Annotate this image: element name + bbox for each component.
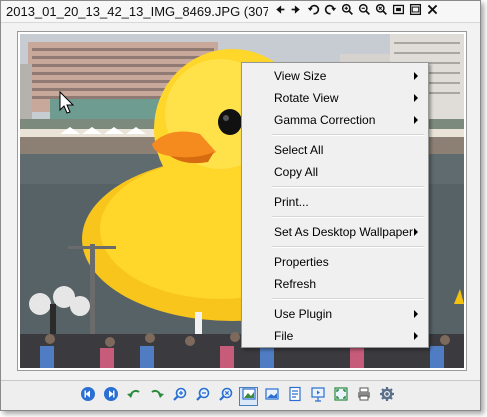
previous-icon bbox=[273, 3, 286, 21]
submenu-arrow-icon bbox=[414, 310, 418, 318]
zoom-in-icon bbox=[172, 386, 188, 407]
close-button[interactable] bbox=[424, 4, 440, 20]
rotate-left-icon bbox=[307, 3, 320, 21]
menu-item-label: Copy All bbox=[274, 165, 319, 179]
print-icon bbox=[356, 386, 372, 407]
slideshow-icon bbox=[310, 386, 326, 407]
menu-item-label: Print... bbox=[274, 195, 309, 209]
menu-item-label: View Size bbox=[274, 69, 327, 83]
rotate-right-icon bbox=[324, 3, 337, 21]
bottom-zoom-out-button[interactable] bbox=[193, 387, 212, 406]
fullscreen-icon bbox=[409, 3, 422, 21]
menu-item-print[interactable]: Print... bbox=[244, 191, 426, 213]
menu-item-use-plugin[interactable]: Use Plugin bbox=[244, 303, 426, 325]
menu-item-label: Select All bbox=[274, 143, 324, 157]
zoom-reset-icon bbox=[375, 3, 388, 21]
menu-item-copy-all[interactable]: Copy All bbox=[244, 161, 426, 183]
rotate-left-button[interactable] bbox=[305, 4, 321, 20]
menu-item-gamma-correction[interactable]: Gamma Correction bbox=[244, 109, 426, 131]
menu-item-label: File bbox=[274, 329, 294, 343]
previous-button[interactable] bbox=[271, 4, 287, 20]
bottom-zoom-in-button[interactable] bbox=[170, 387, 189, 406]
menu-separator bbox=[244, 295, 426, 303]
image-info-icon bbox=[287, 386, 303, 407]
bottom-zoom-reset-button[interactable] bbox=[216, 387, 235, 406]
menu-item-view-size[interactable]: View Size bbox=[244, 65, 426, 87]
bottom-toolbar bbox=[1, 380, 480, 410]
fit-window-icon bbox=[392, 3, 405, 21]
fullscreen-button[interactable] bbox=[407, 3, 423, 21]
bottom-image-info-button[interactable] bbox=[285, 386, 304, 407]
menu-item-label: Use Plugin bbox=[274, 307, 333, 321]
fullscreen-icon bbox=[333, 386, 349, 407]
menu-item-label: Refresh bbox=[274, 277, 317, 291]
next-button[interactable] bbox=[288, 4, 304, 20]
rotate-right-button[interactable] bbox=[322, 4, 338, 20]
rotate-left-icon bbox=[126, 386, 142, 407]
menu-separator bbox=[244, 213, 426, 221]
bottom-actual-size-button[interactable] bbox=[262, 387, 281, 406]
zoom-in-button[interactable] bbox=[339, 3, 355, 21]
title-toolbar bbox=[271, 3, 440, 21]
bottom-slideshow-button[interactable] bbox=[308, 387, 327, 406]
submenu-arrow-icon bbox=[414, 332, 418, 340]
bottom-fit-image-button[interactable] bbox=[239, 387, 258, 406]
menu-item-properties[interactable]: Properties bbox=[244, 251, 426, 273]
bottom-toolbar-buttons bbox=[78, 386, 396, 407]
bottom-previous-image-button[interactable] bbox=[78, 387, 97, 406]
bottom-settings-button[interactable] bbox=[377, 387, 396, 406]
close-icon bbox=[426, 3, 439, 21]
menu-separator bbox=[244, 243, 426, 251]
zoom-out-icon bbox=[358, 3, 371, 21]
menu-item-select-all[interactable]: Select All bbox=[244, 139, 426, 161]
previous-image-icon bbox=[80, 386, 96, 407]
bottom-rotate-right-button[interactable] bbox=[147, 387, 166, 406]
bottom-print-button[interactable] bbox=[354, 387, 373, 406]
actual-size-icon bbox=[264, 386, 280, 407]
submenu-arrow-icon bbox=[414, 116, 418, 124]
zoom-in-icon bbox=[341, 3, 354, 21]
submenu-arrow-icon bbox=[414, 72, 418, 80]
zoom-out-button[interactable] bbox=[356, 3, 372, 21]
zoom-out-icon bbox=[195, 386, 211, 407]
bottom-next-image-button[interactable] bbox=[101, 387, 120, 406]
menu-separator bbox=[244, 131, 426, 139]
bottom-fullscreen-button[interactable] bbox=[331, 387, 350, 406]
menu-item-label: Gamma Correction bbox=[274, 113, 376, 127]
menu-item-label: Set As Desktop Wallpaper bbox=[274, 225, 413, 239]
fit-image-icon bbox=[241, 386, 257, 407]
menu-item-label: Properties bbox=[274, 255, 329, 269]
zoom-reset-icon bbox=[218, 386, 234, 407]
next-icon bbox=[290, 3, 303, 21]
title-bar: 2013_01_20_13_42_13_IMG_8469.JPG (307... bbox=[1, 1, 480, 23]
menu-item-label: Rotate View bbox=[274, 91, 339, 105]
menu-item-set-as-desktop-wallpaper[interactable]: Set As Desktop Wallpaper bbox=[244, 221, 426, 243]
rotate-right-icon bbox=[149, 386, 165, 407]
settings-icon bbox=[379, 386, 395, 407]
menu-item-rotate-view[interactable]: Rotate View bbox=[244, 87, 426, 109]
zoom-reset-button[interactable] bbox=[373, 3, 389, 21]
context-menu: View Size Rotate View Gamma Correction Sele… bbox=[241, 62, 429, 348]
next-image-icon bbox=[103, 386, 119, 407]
menu-item-refresh[interactable]: Refresh bbox=[244, 273, 426, 295]
submenu-arrow-icon bbox=[414, 228, 418, 236]
window-title: 2013_01_20_13_42_13_IMG_8469.JPG (307... bbox=[6, 4, 268, 19]
submenu-arrow-icon bbox=[414, 94, 418, 102]
bottom-rotate-left-button[interactable] bbox=[124, 387, 143, 406]
menu-item-file[interactable]: File bbox=[244, 325, 426, 347]
fit-window-button[interactable] bbox=[390, 4, 406, 20]
menu-separator bbox=[244, 183, 426, 191]
